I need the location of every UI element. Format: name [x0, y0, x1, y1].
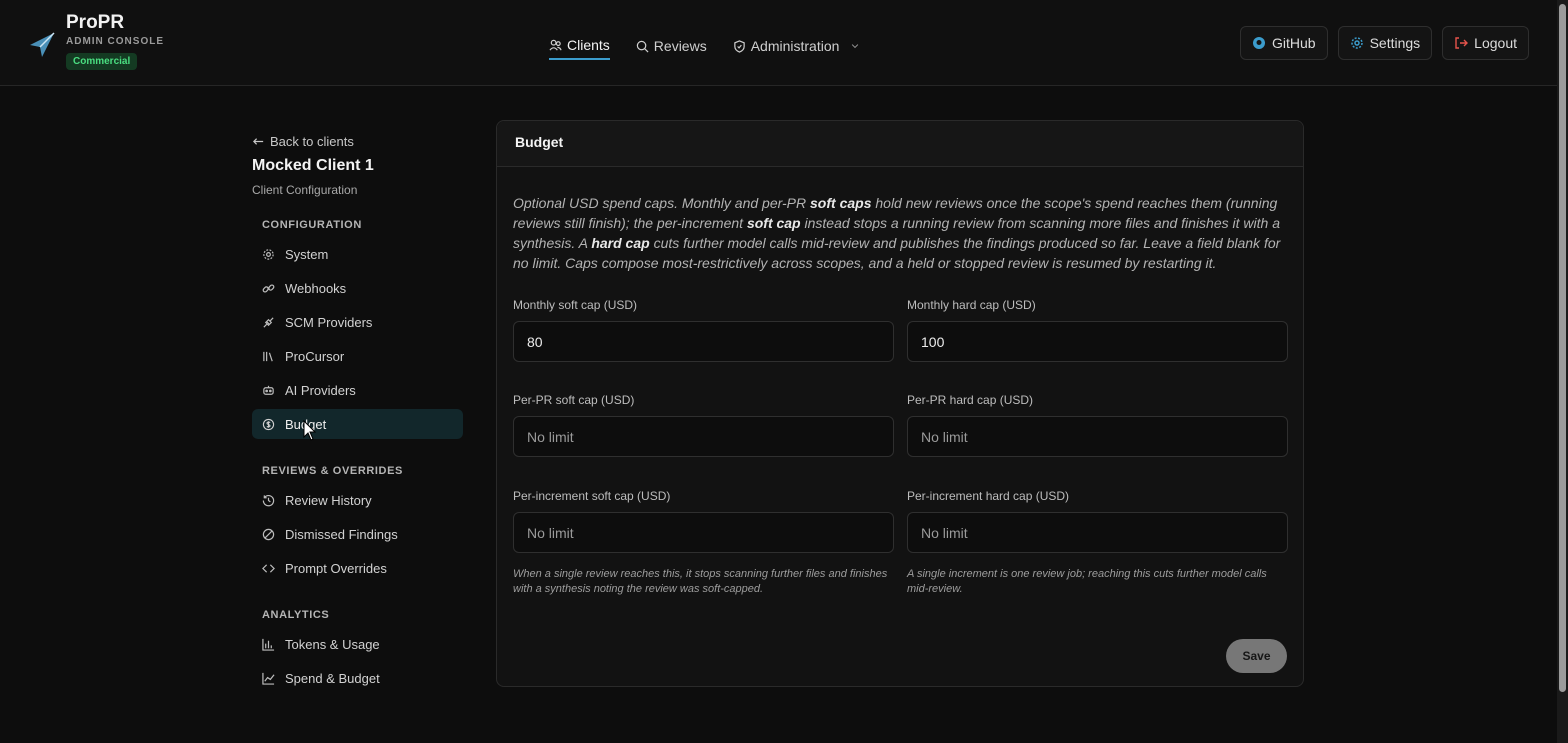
desc-bold: soft caps: [810, 195, 872, 211]
gear-icon: [1350, 37, 1363, 49]
sidebar-item-webhooks[interactable]: Webhooks: [252, 273, 463, 303]
sidebar-item-label: Review History: [285, 492, 372, 508]
dollar-circle-icon: [262, 418, 275, 430]
save-button[interactable]: Save: [1226, 639, 1287, 673]
monthly-soft-cap-label: Monthly soft cap (USD): [513, 298, 638, 312]
monthly-soft-cap-input[interactable]: [513, 321, 894, 362]
per-increment-hard-cap-input[interactable]: [907, 512, 1288, 553]
bar-chart-icon: [262, 638, 275, 651]
history-icon: [262, 494, 275, 506]
line-chart-icon: [262, 672, 275, 685]
sidebar-item-label: Dismissed Findings: [285, 526, 398, 542]
sidebar-item-tokens-usage[interactable]: Tokens & Usage: [252, 629, 463, 659]
per-pr-hard-cap-input[interactable]: [907, 416, 1288, 457]
github-label: GitHub: [1272, 35, 1316, 51]
sidebar-item-budget[interactable]: Budget: [252, 409, 463, 439]
logout-icon: [1455, 37, 1469, 49]
scrollbar[interactable]: [1557, 0, 1568, 743]
settings-button[interactable]: Settings: [1337, 26, 1433, 60]
paper-plane-icon: [30, 32, 55, 57]
users-icon: [549, 39, 562, 51]
per-pr-soft-cap-label: Per-PR soft cap (USD): [513, 393, 635, 407]
monthly-hard-cap-label: Monthly hard cap (USD): [907, 298, 1036, 312]
github-button[interactable]: GitHub: [1240, 26, 1328, 60]
desc-bold: hard cap: [591, 235, 650, 251]
client-subtitle: Client Configuration: [252, 183, 358, 197]
sidebar-item-procursor[interactable]: ProCursor: [252, 341, 463, 371]
ban-icon: [262, 528, 275, 540]
logout-button[interactable]: Logout: [1442, 26, 1529, 60]
back-label: Back to clients: [270, 134, 354, 149]
back-to-clients-link[interactable]: Back to clients: [252, 134, 463, 149]
code-icon: [262, 563, 275, 573]
nav-clients[interactable]: Clients: [549, 32, 610, 60]
sidebar: Back to clients Mocked Client 1 Client C…: [252, 134, 463, 693]
per-pr-soft-cap-input[interactable]: [513, 416, 894, 457]
sidebar-item-label: Prompt Overrides: [285, 560, 387, 576]
per-pr-hard-cap-label: Per-PR hard cap (USD): [907, 393, 1034, 407]
settings-label: Settings: [1369, 35, 1421, 51]
per-increment-soft-cap-input[interactable]: [513, 512, 894, 553]
per-increment-soft-cap-hint: When a single review reaches this, it st…: [513, 568, 888, 595]
shield-icon: [733, 39, 745, 53]
section-analytics: ANALYTICS: [262, 609, 330, 621]
search-icon: [636, 40, 649, 52]
main-nav: Clients Reviews Administration: [549, 32, 860, 60]
sidebar-item-dismissed-findings[interactable]: Dismissed Findings: [252, 519, 463, 549]
monthly-hard-cap-input[interactable]: [907, 321, 1288, 362]
books-icon: [263, 351, 273, 361]
top-actions: GitHub Settings Logout: [1240, 26, 1529, 60]
chevron-down-icon: [852, 44, 859, 49]
link-icon: [262, 283, 275, 293]
bot-icon: [263, 385, 274, 395]
per-increment-soft-cap-label: Per-increment soft cap (USD): [513, 489, 671, 503]
brand[interactable]: ProPR ADMIN CONSOLE Commercial: [28, 12, 164, 70]
nav-clients-label: Clients: [567, 37, 610, 53]
sidebar-item-label: ProCursor: [285, 348, 345, 364]
scroll-thumb[interactable]: [1559, 4, 1566, 692]
section-reviews-overrides: REVIEWS & OVERRIDES: [262, 465, 403, 477]
arrow-left-icon: [253, 138, 264, 145]
sidebar-item-scm-providers[interactable]: SCM Providers: [252, 307, 463, 337]
sidebar-item-label: System: [285, 246, 329, 262]
budget-panel: Budget Optional USD spend caps. Monthly …: [496, 120, 1304, 687]
gear-icon: [263, 248, 274, 260]
nav-administration[interactable]: Administration: [733, 32, 861, 60]
budget-description: Optional USD spend caps. Monthly and per…: [513, 193, 1289, 273]
sidebar-item-prompt-overrides[interactable]: Prompt Overrides: [252, 553, 463, 583]
per-increment-hard-cap-label: Per-increment hard cap (USD): [907, 489, 1070, 503]
logout-label: Logout: [1474, 35, 1517, 51]
top-bar: ProPR ADMIN CONSOLE Commercial Clients R…: [0, 0, 1557, 86]
desc-text: Optional USD spend caps. Monthly and per…: [513, 195, 811, 211]
sidebar-item-label: AI Providers: [285, 382, 356, 398]
per-increment-hard-cap-hint: A single increment is one review job; re…: [907, 568, 1267, 595]
brand-title: ProPR: [66, 12, 125, 33]
nav-reviews-label: Reviews: [653, 38, 707, 54]
license-badge: Commercial: [66, 53, 138, 70]
plug-icon: [263, 316, 274, 328]
brand-subtitle: ADMIN CONSOLE: [66, 36, 164, 47]
sidebar-item-ai-providers[interactable]: AI Providers: [252, 375, 463, 405]
sidebar-item-label: Webhooks: [285, 280, 347, 296]
sidebar-item-system[interactable]: System: [252, 239, 463, 269]
section-configuration: CONFIGURATION: [262, 219, 362, 231]
mouse-cursor-icon: [303, 420, 317, 441]
sidebar-item-label: Tokens & Usage: [285, 636, 380, 652]
desc-bold: soft cap: [746, 215, 801, 231]
sidebar-item-label: Spend & Budget: [285, 670, 380, 686]
github-icon: [1253, 37, 1265, 49]
panel-title: Budget: [497, 121, 1303, 167]
sidebar-item-review-history[interactable]: Review History: [252, 485, 463, 515]
client-name: Mocked Client 1: [252, 157, 374, 174]
nav-administration-label: Administration: [750, 38, 840, 54]
nav-reviews[interactable]: Reviews: [636, 32, 707, 60]
sidebar-item-spend-budget[interactable]: Spend & Budget: [252, 663, 463, 693]
sidebar-item-label: SCM Providers: [285, 314, 373, 330]
